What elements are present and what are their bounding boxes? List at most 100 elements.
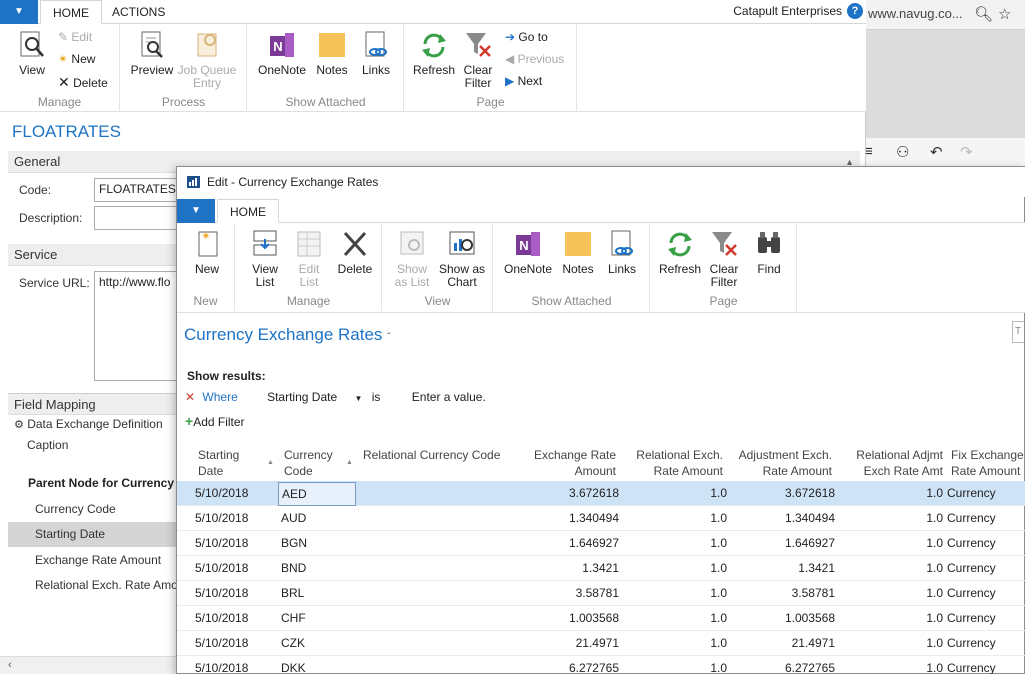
field-mapping-row[interactable]: Currency Code [8,497,178,522]
remove-filter-icon[interactable]: ✕ [185,390,195,404]
cell-relational-adjmt: 1.0 [926,536,943,550]
tab-actions[interactable]: ACTIONS [100,0,177,24]
table-row[interactable]: 5/10/2018 CHF 1.003568 1.0 1.003568 1.0 … [177,606,1025,631]
star-icon[interactable]: ☆ [998,5,1011,23]
back-ribbon: View ✎ Edit ✴ New ✕ Delete Manage Previe… [0,24,866,112]
cell-relational-exch-rate: 1.0 [710,486,727,500]
filter-field-select[interactable]: Starting Date ▼ [267,390,362,404]
view-list-icon [253,230,277,256]
column-header-exchange-rate-amount[interactable]: Exchange Rate Amount [517,447,616,479]
table-row[interactable]: 5/10/2018 AUD 1.340494 1.0 1.340494 1.0 … [177,506,1025,531]
refresh-button[interactable]: Refresh [657,229,703,276]
ribbon-group-label: Manage [286,294,331,308]
column-header-relational-exch-rate[interactable]: Relational Exch. Rate Amount [627,447,723,479]
tab-home[interactable]: HOME [40,0,102,24]
find-button[interactable]: Find [749,229,789,276]
preview-button[interactable]: Preview [129,30,175,77]
svg-text:✴: ✴ [201,229,211,243]
binoculars-icon[interactable]: ⚇ [896,143,909,161]
cell-relational-exch-rate: 1.0 [710,511,727,525]
svg-text:N: N [519,238,528,253]
field-mapping-row[interactable]: Starting Date [8,522,178,547]
view-button[interactable]: View [12,30,52,77]
cell-relational-adjmt: 1.0 [926,511,943,525]
table-row[interactable]: 5/10/2018 BRL 3.58781 1.0 3.58781 1.0 Cu… [177,581,1025,606]
cell-currency-code: BGN [281,536,308,550]
table-row[interactable]: 5/10/2018 BND 1.3421 1.0 1.3421 1.0 Curr… [177,556,1025,581]
previous-button: ◀ Previous [505,52,565,66]
cell-relational-exch-rate: 1.0 [710,561,727,575]
notes-button[interactable]: Notes [558,229,598,276]
delete-button[interactable]: Delete [334,229,376,276]
dropdown-arrow-icon: ▼ [354,394,363,403]
search-icon[interactable]: 🔍︎ [974,5,993,23]
notes-button[interactable]: Notes [312,30,352,77]
horizontal-scrollbar[interactable]: ‹ [0,656,180,674]
new-button[interactable]: ✴ New [187,229,227,276]
cell-adjustment-exch-rate: 6.272765 [784,661,835,674]
column-header-relational-currency-code[interactable]: Relational Currency Code [363,447,513,463]
ribbon-group-show-attached: N OneNote Notes Links Show Attached [494,223,650,311]
links-button[interactable]: Links [356,30,396,77]
ribbon-group-page: Refresh Clear Filter Find Page [651,223,797,311]
cell-exchange-rate: 3.58781 [575,586,619,600]
ribbon-group-manage: View ✎ Edit ✴ New ✕ Delete Manage [0,24,120,112]
onenote-button[interactable]: N OneNote [256,30,308,77]
cell-fix-exchange-rate: Currency [947,636,996,650]
back-secondary-toolbar: ≡ ⚇ ↶ ↷ [856,138,1025,168]
links-button[interactable]: Links [602,229,642,276]
show-as-list-icon [400,231,424,255]
add-filter-button[interactable]: +Add Filter [185,413,245,429]
table-row[interactable]: 5/10/2018 AED 3.672618 1.0 3.672618 1.0 … [177,481,1025,506]
column-header-relational-adjmt[interactable]: Relational Adjmt Exch Rate Amt [837,447,943,479]
go-to-button[interactable]: ➔ Go to [505,30,548,44]
clear-filter-button[interactable]: Clear Filter [459,30,497,90]
app-menu-button[interactable]: ▼ [177,199,215,223]
onenote-button[interactable]: N OneNote [502,229,554,276]
ribbon-group-view: Show as List Show as Chart View [383,223,493,311]
tab-home[interactable]: HOME [217,199,279,223]
app-icon [187,176,200,188]
cell-adjustment-exch-rate: 21.4971 [791,636,835,650]
code-field[interactable]: FLOATRATES [94,178,184,202]
table-row[interactable]: 5/10/2018 CZK 21.4971 1.0 21.4971 1.0 Cu… [177,631,1025,656]
table-row[interactable]: 5/10/2018 BGN 1.646927 1.0 1.646927 1.0 … [177,531,1025,556]
field-mapping-row[interactable]: Parent Node for Currency [8,471,178,496]
cell-currency-code-editing[interactable]: AED [278,482,356,506]
cell-fix-exchange-rate: Currency [947,536,996,550]
next-button[interactable]: ▶ Next [505,74,542,88]
clear-filter-button[interactable]: Clear Filter [705,229,743,289]
cell-starting-date: 5/10/2018 [195,661,249,674]
column-header-adjustment-exch-rate[interactable]: Adjustment Exch. Rate Amount [728,447,832,479]
cell-currency-code: AUD [281,511,307,525]
data-exchange-definition-action[interactable]: ⚙ Data Exchange Definition [14,417,163,431]
cell-exchange-rate: 1.003568 [568,611,619,625]
column-header-fix-exchange-rate[interactable]: Fix Exchange Rate Amount [951,447,1025,479]
search-box-edge[interactable]: T [1012,321,1024,343]
column-header-starting-date[interactable]: Starting Date [198,447,258,479]
view-list-button[interactable]: View List [246,229,284,289]
field-mapping-row[interactable]: Exchange Rate Amount [8,548,178,573]
filter-where-label: Where [202,390,238,404]
refresh-button[interactable]: Refresh [411,30,457,77]
service-url-field[interactable]: http://www.flo [94,271,184,381]
cell-starting-date: 5/10/2018 [195,536,249,550]
browser-url[interactable]: www.navug.co... [868,6,963,21]
app-menu-button[interactable]: ▼ [0,0,38,24]
cell-starting-date: 5/10/2018 [195,486,249,500]
onenote-icon: N [270,33,294,57]
undo-icon[interactable]: ↶ [930,143,943,161]
list-title[interactable]: Currency Exchange Rates ˇ [184,325,391,345]
table-row[interactable]: 5/10/2018 DKK 6.272765 1.0 6.272765 1.0 … [177,656,1025,674]
code-label: Code: [19,183,52,197]
ribbon-group-show-attached: N OneNote Notes Links Show Attached [248,24,404,112]
filter-value-input[interactable]: Enter a value. [412,390,486,404]
description-field[interactable] [94,206,184,230]
new-button[interactable]: ✴ New [58,52,95,66]
show-as-chart-button[interactable]: Show as Chart [437,229,487,289]
help-icon[interactable]: ? [847,3,863,19]
field-mapping-row[interactable]: Relational Exch. Rate Amount [8,573,178,598]
delete-button[interactable]: ✕ Delete [58,74,108,91]
column-header-currency-code[interactable]: Currency Code [284,447,344,479]
chevron-down-icon: ˇ [387,332,391,343]
